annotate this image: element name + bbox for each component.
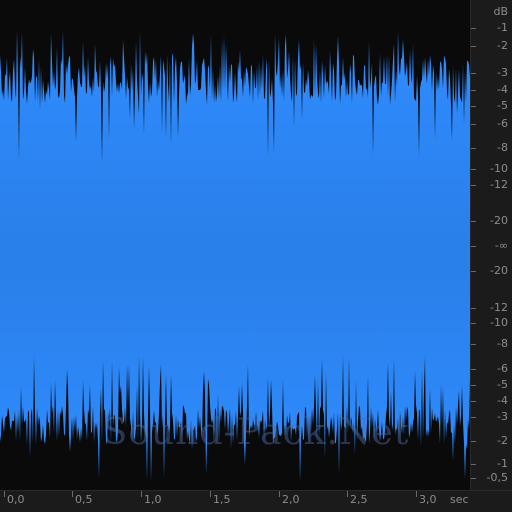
db-tick	[471, 106, 476, 107]
waveform-plot[interactable]	[0, 0, 470, 490]
db-label-bottom: -12	[490, 301, 508, 314]
db-label-top: -10	[490, 162, 508, 175]
db-ruler: dB -1 -2 -3 -4 -5 -6 -8 -10 -12 -20 -∞ -20 -12 -10 -8 -…	[470, 0, 512, 490]
db-label-bottom: -20	[490, 264, 508, 277]
db-label-top: -12	[490, 178, 508, 191]
db-tick	[471, 441, 476, 442]
time-unit-label: sec	[450, 493, 469, 506]
waveform-channel	[0, 30, 470, 483]
db-tick	[471, 90, 476, 91]
db-label-bottom: -6	[497, 362, 508, 375]
db-tick	[471, 271, 476, 272]
db-label-center: -∞	[494, 239, 508, 252]
db-tick	[471, 124, 476, 125]
time-tick	[279, 491, 280, 497]
time-tick	[141, 491, 142, 497]
db-tick	[471, 344, 476, 345]
db-label-top: -5	[497, 99, 508, 112]
time-label: 0,5	[75, 493, 93, 506]
db-tick	[471, 46, 476, 47]
db-label-top: -2	[497, 39, 508, 52]
time-label: 0,0	[7, 493, 25, 506]
db-tick	[471, 417, 476, 418]
db-label-bottom: -10	[490, 316, 508, 329]
db-tick	[471, 464, 476, 465]
time-tick	[4, 491, 5, 497]
db-tick	[471, 246, 476, 247]
db-label-top: -4	[497, 83, 508, 96]
time-tick	[416, 491, 417, 497]
time-ruler: sec 0,0 0,5 1,0 1,5 2,0 2,5 3,0	[0, 490, 512, 512]
db-label-bottom: -2	[497, 434, 508, 447]
db-tick	[471, 148, 476, 149]
db-tick	[471, 401, 476, 402]
time-tick	[72, 491, 73, 497]
db-tick	[471, 308, 476, 309]
db-label-top: -6	[497, 117, 508, 130]
db-tick	[471, 369, 476, 370]
time-label: 2,5	[350, 493, 368, 506]
db-label-bottom: -5	[497, 378, 508, 391]
db-label-top: -3	[497, 66, 508, 79]
db-label-bottom: -3	[497, 410, 508, 423]
db-label-top: -20	[490, 214, 508, 227]
db-tick	[471, 221, 476, 222]
db-label-bottom: -1	[497, 457, 508, 470]
db-label-bottom: -4	[497, 394, 508, 407]
db-label-bottom: -8	[497, 337, 508, 350]
time-label: 2,0	[282, 493, 300, 506]
waveform-viewer: dB -1 -2 -3 -4 -5 -6 -8 -10 -12 -20 -∞ -20 -12 -10 -8 -…	[0, 0, 512, 512]
db-tick	[471, 385, 476, 386]
db-label-bottom: -0,5	[486, 471, 508, 484]
db-tick	[471, 185, 476, 186]
time-label: 1,5	[213, 493, 231, 506]
time-tick	[347, 491, 348, 497]
db-tick	[471, 73, 476, 74]
db-tick	[471, 28, 476, 29]
db-label-top: -1	[497, 21, 508, 34]
db-label-top: -8	[497, 141, 508, 154]
time-tick	[210, 491, 211, 497]
db-unit-label: dB	[493, 5, 508, 18]
db-tick	[471, 169, 476, 170]
db-tick	[471, 323, 476, 324]
time-label: 1,0	[144, 493, 162, 506]
db-tick	[471, 478, 476, 479]
time-label: 3,0	[419, 493, 437, 506]
